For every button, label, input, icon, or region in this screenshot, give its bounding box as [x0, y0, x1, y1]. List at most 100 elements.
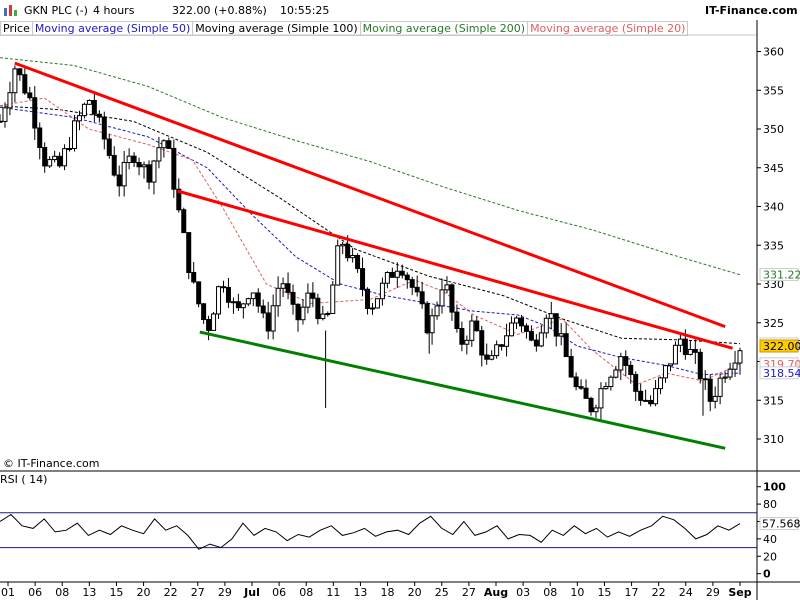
- candle-body: [47, 159, 53, 167]
- y-tick-label: 335: [763, 239, 784, 252]
- candle-body: [22, 74, 28, 94]
- candle-body: [727, 368, 733, 378]
- candle-body: [717, 377, 723, 397]
- y-tick-label: 350: [763, 123, 784, 136]
- candle-body: [459, 328, 465, 345]
- candle-body: [57, 155, 63, 167]
- value-tag-label: 322.00: [763, 340, 800, 353]
- candle-body: [429, 315, 435, 334]
- candle-body: [419, 291, 425, 305]
- candle-body: [633, 373, 639, 392]
- candle-body: [643, 399, 649, 402]
- rsi-title: RSI ( 14): [0, 473, 48, 486]
- candle-body: [181, 209, 187, 234]
- candle-body: [201, 303, 207, 320]
- candle-body: [310, 292, 316, 299]
- candle-body: [702, 378, 708, 381]
- candle-body: [444, 284, 450, 291]
- candle-body: [523, 325, 529, 332]
- candle-body: [449, 284, 455, 313]
- x-tick-label: 08: [543, 586, 557, 599]
- y-tick-label: 315: [763, 394, 784, 407]
- trendline[interactable]: [199, 330, 726, 450]
- candle-body: [494, 344, 500, 357]
- x-tick-label: 08: [55, 586, 69, 599]
- candle-body: [394, 270, 400, 278]
- candle-body: [81, 103, 87, 117]
- candle-body: [469, 320, 475, 341]
- rsi-y-tick-label: 100: [763, 481, 786, 494]
- chart-window: GKN PLC (-) 4 hours 322.00 (+0.88%) 10:5…: [0, 0, 800, 600]
- x-tick-label: 17: [625, 586, 639, 599]
- y-tick-label: 310: [763, 433, 784, 446]
- candle-body: [106, 138, 112, 156]
- candle-body: [568, 356, 574, 378]
- candle-body: [171, 147, 177, 190]
- price-chart[interactable]: 310315320325330335340345350355360331.223…: [0, 0, 800, 600]
- ma200-line: [0, 57, 741, 276]
- x-tick-label: 29: [706, 586, 720, 599]
- credit-label: © IT-Finance.com: [3, 457, 100, 470]
- candle-body: [677, 338, 683, 346]
- x-tick-label: 15: [597, 586, 611, 599]
- candle-body: [613, 369, 619, 378]
- rsi-y-tick-label: 0: [763, 568, 771, 581]
- candle-body: [499, 344, 505, 347]
- candle-body: [573, 376, 579, 388]
- x-tick-label: 24: [679, 586, 693, 599]
- candle-body: [424, 303, 430, 334]
- candle-body: [528, 330, 534, 341]
- candle-body: [335, 245, 341, 286]
- candle-body: [464, 339, 470, 345]
- candle-body: [737, 350, 743, 364]
- y-tick-label: 325: [763, 317, 784, 330]
- x-tick-label: 08: [299, 586, 313, 599]
- candle-body: [320, 313, 326, 320]
- candle-body: [37, 127, 43, 148]
- candle-body: [52, 155, 58, 161]
- candle-body: [345, 243, 351, 259]
- candle-body: [216, 286, 222, 315]
- candle-body: [295, 303, 301, 321]
- candle-body: [71, 120, 77, 150]
- candle-body: [598, 388, 604, 409]
- x-tick-label: 25: [435, 586, 449, 599]
- candle-body: [260, 305, 266, 314]
- candle-body: [7, 92, 13, 109]
- candle-body: [518, 317, 524, 327]
- x-tick-label: 20: [408, 586, 422, 599]
- candle-body: [484, 354, 490, 360]
- candle-body: [32, 97, 38, 129]
- x-tick-label: 10: [570, 586, 584, 599]
- candle-body: [618, 356, 624, 371]
- candle-body: [62, 148, 68, 167]
- candle-body: [543, 317, 549, 334]
- x-tick-label: 18: [381, 586, 395, 599]
- candle-body: [2, 107, 8, 122]
- candle-body: [663, 365, 669, 379]
- candle-body: [255, 292, 261, 307]
- candle-body: [658, 377, 664, 390]
- candle-body: [225, 286, 231, 303]
- x-tick-label: 11: [326, 586, 340, 599]
- candle-body: [365, 288, 371, 309]
- candle-body: [305, 292, 311, 308]
- x-tick-label: 01: [1, 586, 15, 599]
- candle-body: [692, 348, 698, 353]
- candle-body: [245, 298, 251, 305]
- candle-body: [399, 270, 405, 276]
- candle-body: [121, 161, 127, 187]
- candle-body: [136, 162, 142, 168]
- candle-body: [583, 387, 589, 399]
- candle-body: [538, 332, 544, 347]
- candle-body: [42, 146, 48, 167]
- candle-body: [166, 140, 172, 149]
- y-tick-label: 360: [763, 46, 784, 59]
- candle-body: [186, 232, 192, 274]
- candle-body: [101, 116, 107, 140]
- candle-body: [732, 362, 738, 370]
- trendline[interactable]: [14, 61, 726, 329]
- candle-body: [12, 68, 18, 94]
- candle-body: [116, 174, 122, 187]
- candle-body: [667, 363, 673, 367]
